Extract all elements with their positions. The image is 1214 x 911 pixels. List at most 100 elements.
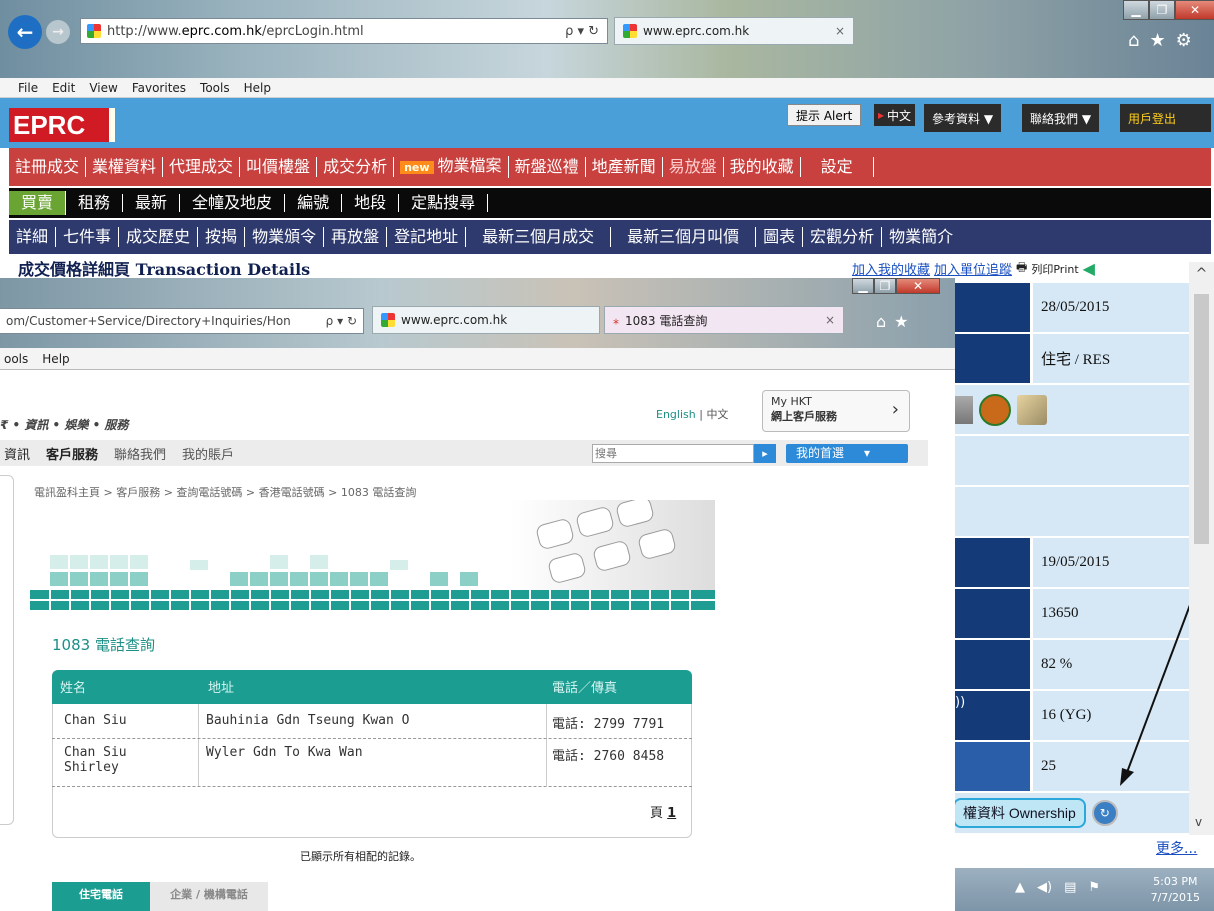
inner-maximize-button[interactable]: ❐: [874, 278, 896, 294]
address-bar[interactable]: http://www. eprc.com.hk/eprcLogin.html ρ …: [80, 18, 608, 44]
chart-tab[interactable]: 圖表: [756, 227, 804, 247]
detail-tab[interactable]: 詳細: [9, 227, 57, 247]
search-refresh-icon[interactable]: ρ ▾ ↻: [565, 24, 599, 39]
mortgage-tab[interactable]: 按揭: [198, 227, 246, 247]
scrollbar[interactable]: ^ v: [1189, 262, 1214, 835]
profile-tab[interactable]: 物業簡介: [882, 227, 960, 247]
print-link[interactable]: 列印Print: [1031, 261, 1078, 277]
clock[interactable]: 5:03 PM 7/7/2015: [1151, 874, 1200, 906]
inner-address-bar[interactable]: om/Customer+Service/Directory+Inquiries/…: [0, 308, 364, 334]
scroll-up-icon[interactable]: ^: [1189, 262, 1214, 282]
relist-tab[interactable]: 再放盤: [324, 227, 388, 247]
menu-help[interactable]: Help: [244, 81, 271, 95]
hkt-nav-info[interactable]: 資訊: [4, 444, 30, 463]
subnav-number[interactable]: 編號: [285, 194, 343, 212]
more-link[interactable]: 更多...: [1156, 838, 1197, 858]
scroll-down-icon[interactable]: v: [1195, 815, 1202, 829]
nav-ownership[interactable]: 業權資料: [86, 157, 164, 177]
reference-menu[interactable]: 參考資料 ▼: [924, 104, 1002, 132]
home-icon[interactable]: ⌂: [876, 312, 886, 331]
recent-asking-tab[interactable]: 最新三個月叫價: [611, 227, 757, 247]
contact-menu[interactable]: 聯絡我們 ▼: [1022, 104, 1100, 132]
network-icon[interactable]: ▤: [1064, 880, 1076, 895]
lang-chinese[interactable]: 中文: [706, 408, 728, 421]
orders-tab[interactable]: 物業頒令: [245, 227, 325, 247]
close-button[interactable]: ✕: [1175, 0, 1214, 20]
menu-favorites[interactable]: Favorites: [132, 81, 186, 95]
tab-business[interactable]: 企業 / 機構電話: [150, 882, 268, 911]
myhkt-button[interactable]: My HKT 網上客戶服務 ›: [762, 390, 910, 432]
row2-phone: 電話: 2760 8458: [552, 749, 665, 764]
eprc-logo[interactable]: EPRC: [9, 108, 115, 142]
lang-english[interactable]: English: [656, 408, 696, 421]
registered-address-tab[interactable]: 登記地址: [387, 227, 467, 247]
inner-tab-eprc[interactable]: www.eprc.com.hk: [372, 306, 600, 334]
nav-agent[interactable]: 代理成交: [163, 157, 241, 177]
favorites-star-icon[interactable]: ★: [894, 312, 908, 331]
nav-easy-list[interactable]: 易放盤: [663, 157, 724, 177]
ball-icon[interactable]: [979, 393, 1011, 426]
inner-minimize-button[interactable]: ▁: [852, 278, 874, 294]
tab-close-icon[interactable]: ×: [825, 313, 835, 327]
macro-tab[interactable]: 宏觀分析: [803, 227, 883, 247]
maximize-button[interactable]: ❐: [1149, 0, 1175, 20]
hkt-nav-contact[interactable]: 聯絡我們: [114, 444, 166, 463]
back-button[interactable]: ←: [8, 15, 42, 49]
nav-asking[interactable]: 叫價樓盤: [240, 157, 318, 177]
building-icon[interactable]: [955, 395, 973, 424]
nav-register[interactable]: 註冊成交: [9, 157, 87, 177]
nav-settings[interactable]: 設定: [801, 157, 874, 177]
browser-tab[interactable]: www.eprc.com.hk ×: [614, 17, 854, 45]
map-icon[interactable]: [1017, 394, 1047, 425]
chevron-down-icon: ▾: [864, 446, 871, 460]
hkt-nav-account[interactable]: 我的賬戶: [182, 444, 234, 463]
nav-property-file[interactable]: new 物業檔案: [394, 156, 509, 178]
logout-button[interactable]: 用戶登出: [1120, 104, 1211, 132]
add-favorite-link[interactable]: 加入我的收藏: [852, 259, 930, 278]
menu-view[interactable]: View: [89, 81, 117, 95]
refresh-icon[interactable]: ↻: [1091, 800, 1118, 826]
subnav-rent[interactable]: 租務: [66, 194, 124, 212]
inner-menu-help[interactable]: Help: [42, 352, 69, 366]
add-track-link[interactable]: 加入單位追蹤: [934, 259, 1012, 278]
inner-search-icon[interactable]: ρ ▾ ↻: [326, 314, 357, 328]
alert-button[interactable]: 提示 Alert: [787, 104, 862, 126]
nav-analysis[interactable]: 成交分析: [317, 157, 395, 177]
subnav-lot[interactable]: 地段: [342, 194, 400, 212]
history-tab[interactable]: 成交歷史: [119, 227, 199, 247]
nav-news[interactable]: 地產新聞: [586, 157, 663, 177]
subnav-block[interactable]: 全幢及地皮: [180, 194, 286, 212]
hkt-nav-service[interactable]: 客戶服務: [46, 444, 98, 463]
menu-tools[interactable]: Tools: [200, 81, 230, 95]
inner-close-button[interactable]: ✕: [896, 278, 940, 294]
minimize-button[interactable]: ▁: [1123, 0, 1149, 20]
tab-residential[interactable]: 住宅電話: [52, 882, 150, 911]
search-input[interactable]: [592, 444, 754, 463]
tab-close-icon[interactable]: ×: [835, 24, 845, 38]
page-number[interactable]: 1: [667, 806, 676, 821]
forward-button[interactable]: →: [46, 20, 70, 44]
preference-dropdown[interactable]: 我的首選 ▾: [786, 444, 908, 463]
subnav-location-search[interactable]: 定點搜尋: [399, 194, 489, 212]
ownership-button[interactable]: 權資料 Ownership: [953, 798, 1086, 828]
inner-tab-1083[interactable]: ⁎ 1083 電話查詢 ×: [604, 306, 844, 334]
recent-transactions-tab[interactable]: 最新三個月成交: [466, 227, 612, 247]
subnav-sale[interactable]: 買賣: [9, 191, 67, 215]
nav-my-favorites[interactable]: 我的收藏: [724, 157, 801, 177]
volume-icon[interactable]: ◀): [1037, 880, 1052, 895]
menu-file[interactable]: File: [18, 81, 38, 95]
scroll-thumb[interactable]: [1194, 294, 1209, 544]
search-go-button[interactable]: ▸: [754, 444, 776, 463]
back-arrow-icon[interactable]: ◀: [1083, 259, 1095, 278]
subnav-latest[interactable]: 最新: [123, 194, 181, 212]
inner-menu-tools[interactable]: ools: [4, 352, 28, 366]
settings-gear-icon[interactable]: ⚙: [1176, 30, 1192, 51]
flag-icon[interactable]: ⚑: [1088, 880, 1100, 895]
nav-new-projects[interactable]: 新盤巡禮: [509, 157, 586, 177]
language-toggle[interactable]: ▸ 中文: [874, 104, 916, 126]
home-icon[interactable]: ⌂: [1128, 30, 1139, 51]
show-hidden-icon[interactable]: ▲: [1015, 880, 1025, 895]
seven-items-tab[interactable]: 七件事: [56, 227, 120, 247]
favorites-star-icon[interactable]: ★: [1149, 30, 1165, 51]
menu-edit[interactable]: Edit: [52, 81, 75, 95]
